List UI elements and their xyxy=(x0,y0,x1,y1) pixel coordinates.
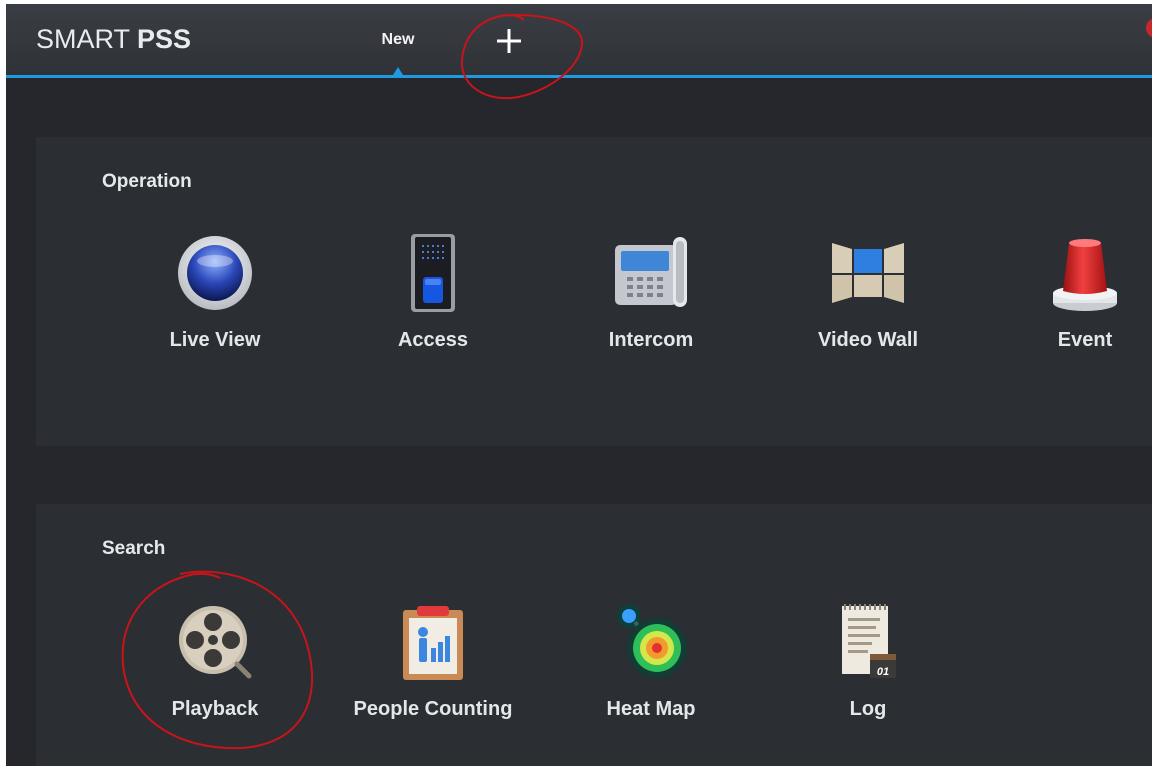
live-view-camera-icon xyxy=(178,236,252,310)
operation-panel: Operation Live View Access Intercom Vide… xyxy=(36,137,1152,446)
window-close-button[interactable] xyxy=(1146,18,1152,38)
title-bar: SMART PSS New xyxy=(6,4,1152,78)
intercom-label: Intercom xyxy=(608,329,694,351)
smart-pss-window: SMART PSS New Operation Live View Access… xyxy=(6,4,1152,766)
app-logo: SMART PSS xyxy=(36,24,191,55)
heat-map-icon xyxy=(617,604,687,678)
operation-section-title: Operation xyxy=(102,171,192,192)
people-counting-label: People Counting xyxy=(353,698,513,720)
playback-tile[interactable]: Playback xyxy=(120,600,310,750)
people-counting-clipboard-icon xyxy=(403,606,463,680)
video-wall-tile[interactable]: Video Wall xyxy=(773,231,963,381)
event-label: Event xyxy=(1057,329,1113,351)
active-tab-caret xyxy=(393,67,403,75)
tab-new-label: New xyxy=(381,30,415,48)
event-tile[interactable]: Event xyxy=(990,231,1152,381)
log-tile[interactable]: 01 Log xyxy=(773,600,963,750)
intercom-tile[interactable]: Intercom xyxy=(556,231,746,381)
search-section-title: Search xyxy=(102,538,166,559)
intercom-phone-icon xyxy=(615,237,687,307)
event-alarm-icon xyxy=(1053,239,1117,311)
access-tile[interactable]: Access xyxy=(338,231,528,381)
live-view-tile[interactable]: Live View xyxy=(120,231,310,381)
access-fingerprint-icon xyxy=(411,234,455,312)
brand-text-light: SMART xyxy=(36,24,138,54)
log-label: Log xyxy=(849,698,887,720)
log-document-icon: 01 xyxy=(842,604,896,678)
add-tab-button[interactable] xyxy=(494,26,524,56)
video-wall-label: Video Wall xyxy=(817,329,919,351)
heat-map-label: Heat Map xyxy=(606,698,696,720)
live-view-label: Live View xyxy=(169,329,261,351)
search-panel: Search Playback People Counting Heat Map… xyxy=(36,504,1152,766)
playback-label: Playback xyxy=(171,698,259,720)
plus-icon xyxy=(497,29,521,53)
playback-film-reel-icon xyxy=(179,606,252,679)
brand-text-bold: PSS xyxy=(137,24,192,54)
people-counting-tile[interactable]: People Counting xyxy=(338,600,528,750)
video-wall-icon xyxy=(832,243,904,303)
title-bar-accent-line xyxy=(6,75,1152,78)
log-badge-text: 01 xyxy=(877,666,889,678)
tab-new[interactable]: New xyxy=(366,4,430,75)
access-label: Access xyxy=(397,329,469,351)
heat-map-tile[interactable]: Heat Map xyxy=(556,600,746,750)
